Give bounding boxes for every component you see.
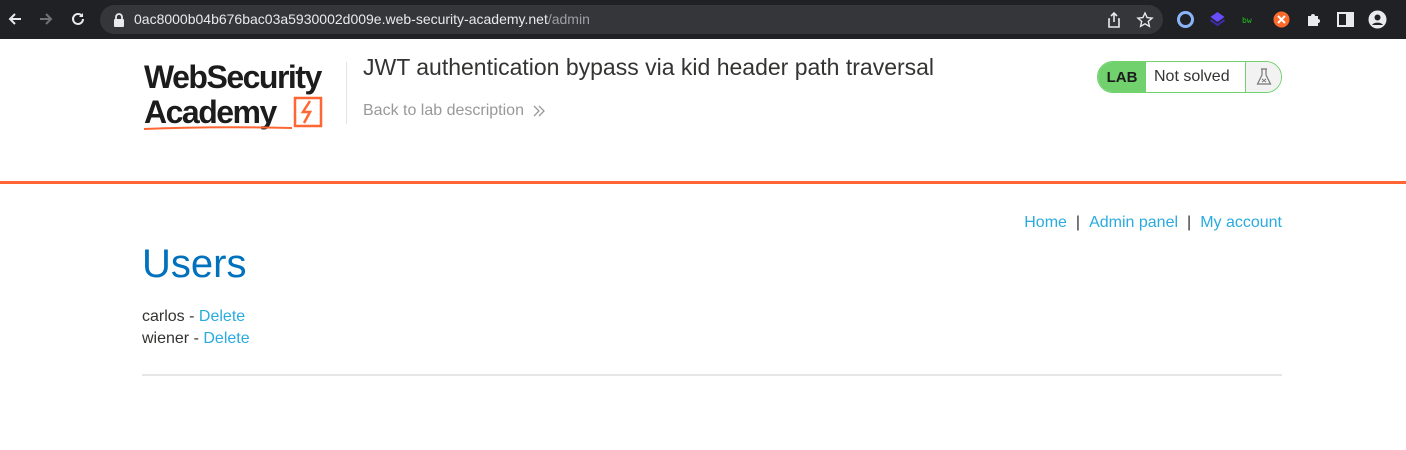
delete-carlos-link[interactable]: Delete: [199, 308, 245, 325]
side-panel-icon[interactable]: [1336, 10, 1355, 29]
lab-badge: LAB: [1098, 62, 1146, 92]
extension-layers-icon[interactable]: [1208, 10, 1227, 29]
url-host: 0ac8000b04b676bac03a5930002d009e.web-sec…: [134, 11, 548, 27]
list-item: wiener - Delete: [142, 330, 250, 348]
forward-arrow-icon[interactable]: [35, 8, 57, 30]
delete-wiener-link[interactable]: Delete: [203, 330, 249, 347]
puzzle-extensions-icon[interactable]: [1304, 10, 1323, 29]
lab-status-text: Not solved: [1146, 62, 1245, 92]
back-to-lab-description-link[interactable]: Back to lab description: [363, 102, 546, 120]
browser-toolbar: 0ac8000b04b676bac03a5930002d009e.web-sec…: [0, 0, 1406, 39]
back-link-label: Back to lab description: [363, 102, 524, 119]
back-arrow-icon[interactable]: [4, 8, 26, 30]
lock-icon[interactable]: [112, 12, 126, 28]
nav-separator: |: [1075, 214, 1081, 231]
admin-panel-link[interactable]: Admin panel: [1089, 214, 1178, 231]
logo-line1: WebSecurity: [144, 59, 322, 95]
svg-text:bw: bw: [1242, 16, 1252, 25]
user-dash: -: [189, 330, 204, 347]
home-link[interactable]: Home: [1024, 214, 1067, 231]
reload-icon[interactable]: [67, 8, 89, 30]
flask-icon: [1256, 68, 1271, 85]
lab-status-widget: LAB Not solved: [1097, 61, 1282, 93]
list-item: carlos - Delete: [142, 308, 245, 326]
user-dash: -: [184, 308, 199, 325]
double-chevron-right-icon: [533, 105, 545, 117]
username: wiener: [142, 330, 190, 347]
address-bar[interactable]: 0ac8000b04b676bac03a5930002d009e.web-sec…: [100, 5, 1163, 34]
lab-title: JWT authentication bypass via kid header…: [363, 54, 935, 80]
header-divider: [346, 62, 347, 124]
lab-flask-button[interactable]: [1245, 62, 1281, 92]
profile-avatar-icon[interactable]: [1368, 10, 1387, 29]
content-divider: [142, 374, 1282, 376]
url-text[interactable]: 0ac8000b04b676bac03a5930002d009e.web-sec…: [134, 11, 590, 28]
username: carlos: [142, 308, 185, 325]
url-path: /admin: [547, 11, 590, 27]
share-icon[interactable]: [1105, 11, 1123, 29]
nav-separator: |: [1187, 214, 1192, 231]
page-title: Users: [142, 242, 247, 286]
header-accent-rule: [0, 181, 1406, 184]
extension-green-icon[interactable]: bw: [1240, 10, 1259, 29]
bookmark-star-icon[interactable]: [1136, 11, 1154, 29]
extension-orange-icon[interactable]: [1272, 10, 1291, 29]
web-security-academy-logo[interactable]: WebSecurity Academy: [142, 58, 347, 132]
top-nav-links: Home | Admin panel | My account: [1024, 214, 1282, 232]
logo-line2: Academy: [144, 94, 278, 130]
my-account-link[interactable]: My account: [1200, 214, 1282, 231]
extension-ring-icon[interactable]: [1176, 10, 1195, 29]
